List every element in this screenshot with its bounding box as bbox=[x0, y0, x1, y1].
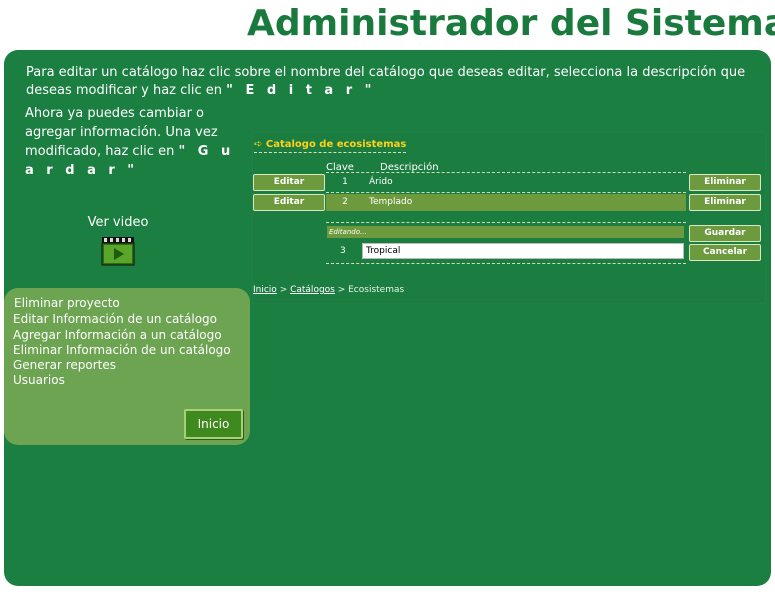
demo-catalog-area bbox=[252, 132, 766, 304]
editar-keyword: " E d i t a r " bbox=[226, 83, 376, 98]
description-input[interactable] bbox=[362, 243, 684, 259]
instructions-text: Para editar un catálogo haz clic sobre e… bbox=[26, 64, 766, 100]
edit-button-row-2[interactable]: Editar bbox=[253, 194, 325, 211]
dash-top bbox=[326, 172, 686, 173]
catalog-title[interactable]: ➪ Catalogo de ecosistemas bbox=[254, 139, 407, 153]
breadcrumb-catalogos[interactable]: Catálogos bbox=[290, 285, 335, 295]
dash-mid bbox=[326, 192, 686, 193]
arrow-right-icon: ➪ bbox=[254, 139, 263, 150]
menu-item-editar-catalogo[interactable]: Editar Información de un catálogo bbox=[13, 312, 217, 327]
table-row-selected[interactable]: 2 Templado bbox=[326, 194, 686, 211]
breadcrumb: Inicio > Catálogos > Ecosistemas bbox=[253, 285, 404, 295]
breadcrumb-current: Ecosistemas bbox=[348, 285, 405, 295]
clapperboard-icon[interactable] bbox=[101, 236, 135, 266]
menu-item-usuarios[interactable]: Usuarios bbox=[13, 373, 65, 388]
row-clave: 2 bbox=[342, 197, 348, 207]
cancelar-button[interactable]: Cancelar bbox=[689, 244, 761, 261]
row-descripcion: Árido bbox=[369, 177, 393, 187]
breadcrumb-separator: > bbox=[276, 285, 291, 295]
breadcrumb-inicio[interactable]: Inicio bbox=[253, 285, 277, 295]
edit-row-clave: 3 bbox=[340, 246, 346, 256]
video-label[interactable]: Ver video bbox=[78, 215, 158, 230]
delete-button-row-1[interactable]: Eliminar bbox=[689, 174, 761, 191]
table-row[interactable]: 1 Árido bbox=[326, 174, 686, 191]
page-title: Administrador del Sistema bbox=[247, 3, 775, 44]
breadcrumb-separator: > bbox=[334, 285, 349, 295]
dash-bottom bbox=[326, 263, 686, 264]
instructions-line-1: Para editar un catálogo haz clic sobre e… bbox=[26, 65, 746, 98]
catalog-title-text: Catalogo de ecosistemas bbox=[265, 139, 407, 150]
inicio-button[interactable]: Inicio bbox=[184, 409, 243, 439]
dash-mid-2 bbox=[326, 222, 686, 223]
instructions-text-2: Ahora ya puedes cambiar o agregar inform… bbox=[25, 104, 235, 180]
guardar-button[interactable]: Guardar bbox=[689, 225, 761, 242]
row-descripcion: Templado bbox=[369, 197, 413, 207]
menu-item-generar-reportes[interactable]: Generar reportes bbox=[13, 358, 116, 373]
menu-item-eliminar-catalogo[interactable]: Eliminar Información de un catálogo bbox=[13, 343, 231, 358]
menu-item-agregar-catalogo[interactable]: Agregar Información a un catálogo bbox=[13, 328, 222, 343]
row-clave: 1 bbox=[342, 177, 348, 187]
editing-bar: Editando... bbox=[327, 226, 684, 238]
edit-button-row-1[interactable]: Editar bbox=[253, 174, 325, 191]
menu-item-eliminar-proyecto[interactable]: Eliminar proyecto bbox=[14, 296, 120, 311]
delete-button-row-2[interactable]: Eliminar bbox=[689, 194, 761, 211]
